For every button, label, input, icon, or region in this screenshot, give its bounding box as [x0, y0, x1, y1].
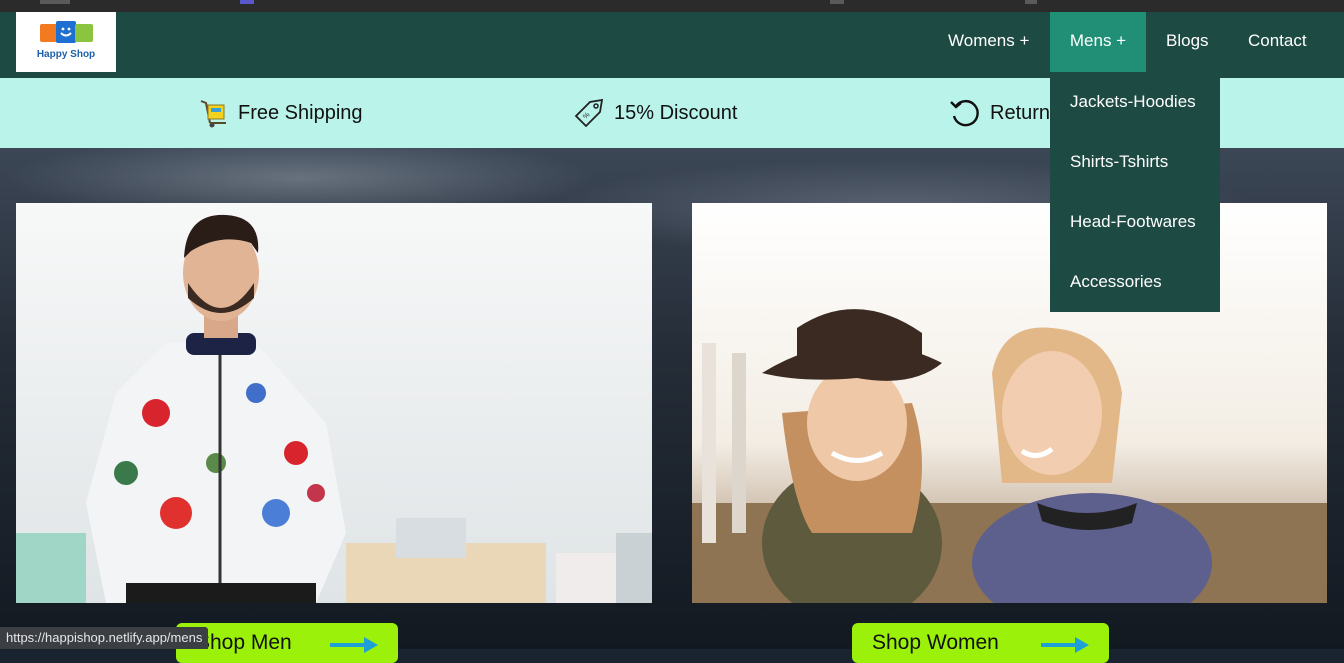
- svg-text:%: %: [582, 111, 591, 120]
- return-arrow-icon: [950, 99, 979, 127]
- nav-mens[interactable]: Mens +: [1050, 12, 1146, 72]
- women-card-image[interactable]: [692, 203, 1327, 603]
- delivery-cart-icon: [200, 100, 226, 128]
- browser-toolbar-strip: [0, 0, 1344, 12]
- nav-contact[interactable]: Contact: [1248, 12, 1307, 72]
- arrow-right-icon: [1041, 637, 1089, 653]
- shop-women-button[interactable]: Shop Women: [852, 623, 1109, 663]
- nav-womens[interactable]: Womens +: [948, 12, 1029, 72]
- site-navbar: Happy Shop Womens + Mens + Blogs Contact: [0, 12, 1344, 78]
- nav-blogs[interactable]: Blogs: [1166, 12, 1209, 72]
- feature-free-shipping-label: Free Shipping: [238, 101, 363, 124]
- shop-women-label: Shop Women: [872, 631, 999, 654]
- dropdown-item-head-footwares[interactable]: Head-Footwares: [1070, 212, 1196, 236]
- logo-text: Happy Shop: [36, 49, 96, 60]
- arrow-right-icon: [330, 637, 378, 653]
- shop-men-button[interactable]: Shop Men: [176, 623, 398, 663]
- feature-returns: Return: [948, 78, 1050, 148]
- feature-free-shipping: Free Shipping: [198, 78, 363, 148]
- price-tag-icon: %: [574, 98, 604, 128]
- feature-returns-label: Return: [990, 101, 1051, 124]
- feature-discount: % 15% Discount: [572, 78, 737, 148]
- happy-shop-logo[interactable]: Happy Shop: [16, 12, 116, 72]
- shop-men-label: Shop Men: [196, 631, 292, 654]
- link-status-bar: https://happishop.netlify.app/mens: [0, 627, 209, 649]
- feature-discount-label: 15% Discount: [614, 101, 738, 124]
- men-card-image[interactable]: [16, 203, 652, 603]
- dropdown-item-accessories[interactable]: Accessories: [1070, 272, 1162, 296]
- blue-bag-icon: [56, 21, 76, 43]
- green-bag-icon: [75, 24, 93, 42]
- mens-dropdown-menu: Jackets-Hoodies Shirts-Tshirts Head-Foot…: [1050, 72, 1220, 312]
- dropdown-item-jackets-hoodies[interactable]: Jackets-Hoodies: [1070, 92, 1196, 116]
- dropdown-item-shirts-tshirts[interactable]: Shirts-Tshirts: [1070, 152, 1168, 176]
